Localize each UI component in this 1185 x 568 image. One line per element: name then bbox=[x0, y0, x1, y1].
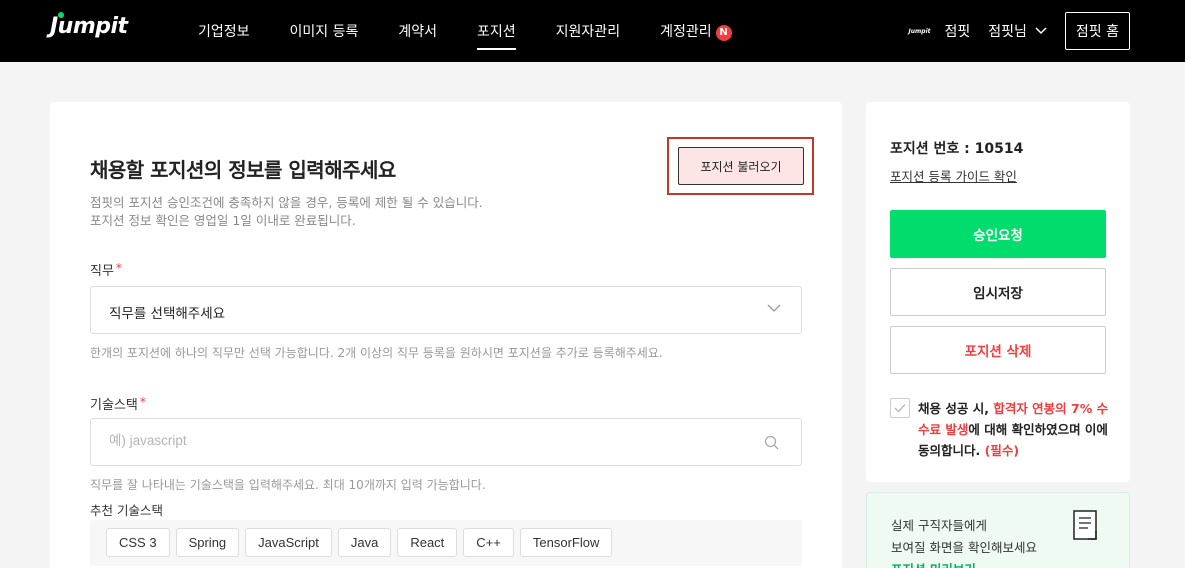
stack-label-text: 기술스택 bbox=[90, 398, 138, 413]
stack-chip-react[interactable]: React bbox=[397, 528, 458, 557]
new-badge: N bbox=[715, 25, 732, 41]
load-position-button[interactable]: 포지션 불러오기 bbox=[678, 147, 804, 185]
delete-position-button[interactable]: 포지션 삭제 bbox=[890, 326, 1106, 374]
page-title: 채용할 포지션의 정보를 입력해주세요 bbox=[90, 158, 396, 182]
request-approval-button[interactable]: 승인요청 bbox=[890, 210, 1106, 258]
stack-chip-tensorflow[interactable]: TensorFlow bbox=[519, 528, 613, 557]
nav-image-upload[interactable]: 이미지 등록 bbox=[290, 21, 359, 41]
job-select[interactable]: 직무를 선택해주세요 bbox=[90, 286, 802, 334]
load-button-highlight: 포지션 불러오기 bbox=[667, 137, 814, 195]
user-menu[interactable]: 점핏님 bbox=[988, 21, 1027, 41]
job-label-text: 직무 bbox=[90, 264, 114, 279]
search-icon[interactable] bbox=[764, 435, 779, 450]
position-form-card: 채용할 포지션의 정보를 입력해주세요 점핏의 포지션 승인조건에 충족하지 않… bbox=[50, 102, 842, 568]
company-name: 점핏 bbox=[944, 24, 971, 40]
position-number: 포지션 번호 : 10514 bbox=[890, 141, 1024, 157]
stack-chip-java[interactable]: Java bbox=[337, 528, 392, 557]
job-select-value: 직무를 선택해주세요 bbox=[109, 306, 226, 322]
stack-search-box bbox=[90, 418, 802, 466]
stack-chip-javascript[interactable]: JavaScript bbox=[245, 528, 332, 557]
nav-contract[interactable]: 계약서 bbox=[398, 21, 437, 41]
stack-label: 기술스택 * bbox=[90, 394, 146, 413]
stack-chip-cpp[interactable]: C++ bbox=[463, 528, 514, 557]
nav-position[interactable]: 포지션 bbox=[477, 21, 516, 50]
preview-card: 실제 구직자들에게 보여질 화면을 확인해보세요 포지션 미리보기 bbox=[866, 492, 1130, 568]
stack-help-text: 직무를 잘 나타내는 기술스택을 입력해주세요. 최대 10개까지 입력 가능합… bbox=[90, 478, 486, 492]
agree-text: 채용 성공 시, 합격자 연봉의 7% 수수료 발생에 대해 확인하였으며 이에… bbox=[918, 398, 1114, 461]
required-mark: * bbox=[115, 261, 122, 275]
company-mini-logo: Jumpit bbox=[908, 27, 931, 35]
temp-save-button[interactable]: 임시저장 bbox=[890, 268, 1106, 316]
logo-dot bbox=[58, 12, 64, 18]
nav-applicant-management[interactable]: 지원자관리 bbox=[556, 21, 620, 41]
position-action-card: 포지션 번호 : 10514 포지션 등록 가이드 확인 승인요청 임시저장 포… bbox=[866, 102, 1130, 482]
main-nav: 기업정보 이미지 등록 계약서 포지션 지원자관리 계정관리 N bbox=[198, 0, 772, 62]
recommended-stack-label: 추천 기술스택 bbox=[90, 503, 163, 518]
recommended-chips: CSS 3 Spring JavaScript Java React C++ T… bbox=[106, 528, 618, 557]
jumpit-home-button[interactable]: 점핏 홈 bbox=[1064, 12, 1130, 50]
jumpit-logo[interactable]: Jumpit bbox=[50, 12, 128, 39]
stack-search-input[interactable] bbox=[109, 433, 729, 448]
check-icon bbox=[894, 404, 906, 413]
recommended-stack-area: CSS 3 Spring JavaScript Java React C++ T… bbox=[90, 520, 802, 566]
preview-text-1: 실제 구직자들에게 bbox=[891, 518, 987, 533]
top-navigation-bar: Jumpit 기업정보 이미지 등록 계약서 포지션 지원자관리 계정관리 N J… bbox=[0, 0, 1185, 62]
nav-account-management[interactable]: 계정관리 N bbox=[660, 21, 732, 41]
chevron-down-icon bbox=[767, 304, 781, 312]
user-area: Jumpit 점핏 점핏님 점핏 홈 bbox=[909, 0, 1130, 62]
registration-guide-link[interactable]: 포지션 등록 가이드 확인 bbox=[890, 166, 1017, 185]
nav-account-label: 계정관리 bbox=[660, 24, 712, 40]
agree-text-part1: 채용 성공 시, bbox=[918, 401, 994, 416]
job-label: 직무 * bbox=[90, 260, 122, 279]
position-preview-link[interactable]: 포지션 미리보기 bbox=[891, 559, 976, 568]
document-icon bbox=[1073, 510, 1097, 540]
agree-required-text: (필수) bbox=[984, 443, 1020, 458]
form-subtitle-2: 포지션 정보 확인은 영업일 1일 이내로 완료됩니다. bbox=[90, 213, 356, 228]
nav-company-info[interactable]: 기업정보 bbox=[198, 21, 250, 41]
job-help-text: 한개의 포지션에 하나의 직무만 선택 가능합니다. 2개 이상의 직무 등록을… bbox=[90, 346, 663, 360]
form-subtitle-1: 점핏의 포지션 승인조건에 충족하지 않을 경우, 등록에 제한 될 수 있습니… bbox=[90, 195, 483, 210]
required-mark: * bbox=[139, 395, 146, 409]
stack-chip-css3[interactable]: CSS 3 bbox=[106, 528, 170, 557]
chevron-down-icon[interactable] bbox=[1035, 27, 1047, 35]
preview-text-2: 보여질 화면을 확인해보세요 bbox=[891, 540, 1037, 555]
agree-checkbox[interactable] bbox=[890, 398, 910, 418]
stack-chip-spring[interactable]: Spring bbox=[175, 528, 240, 557]
